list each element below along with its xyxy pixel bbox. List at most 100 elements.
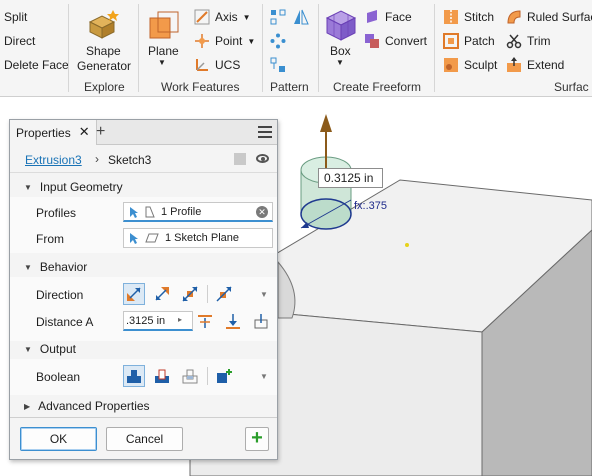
collapse-triangle-icon: ▼: [24, 262, 32, 272]
direction-default-button[interactable]: [123, 283, 145, 305]
shape-generator-label-2: Generator: [77, 59, 132, 73]
breadcrumb-chevron-icon: ›: [95, 152, 99, 166]
through-all-icon: [254, 314, 268, 329]
convert-label: Convert: [385, 34, 428, 48]
delete-face-button[interactable]: Delete Face: [4, 58, 69, 72]
sculpt-button[interactable]: Sculpt: [443, 57, 497, 73]
patch-label: Patch: [464, 34, 495, 48]
axis-button[interactable]: Axis ▼: [194, 9, 251, 25]
ribbon: Split Direct Delete Face Shape Generator…: [0, 0, 592, 97]
distance-option-button[interactable]: [194, 310, 216, 332]
intersect-icon: [182, 369, 198, 384]
patch-button[interactable]: Patch: [443, 33, 495, 49]
collapse-triangle-icon: ▼: [24, 344, 32, 354]
through-all-button[interactable]: [250, 310, 272, 332]
rectangular-pattern-icon[interactable]: [270, 9, 286, 25]
box-dropdown-icon: ▼: [336, 58, 344, 67]
new-solid-button[interactable]: [213, 365, 235, 387]
select-cursor-icon: [130, 206, 138, 218]
direct-button[interactable]: Direct: [4, 34, 35, 48]
mirror-icon[interactable]: [292, 9, 310, 25]
ucs-label: UCS: [215, 58, 241, 72]
output-body: Boolean ▼: [10, 359, 277, 395]
ucs-icon: [196, 59, 208, 71]
properties-panel: Properties ✕ + Extrusion3 › Sketch3 ▼ In…: [9, 119, 278, 460]
direction-dropdown-icon[interactable]: ▼: [260, 290, 268, 299]
clear-selection-icon[interactable]: ✕: [256, 206, 268, 218]
point-label: Point: [215, 34, 243, 48]
distance-a-label: Distance A: [36, 315, 94, 329]
new-solid-icon: [217, 369, 232, 383]
add-tab-icon[interactable]: +: [96, 123, 105, 141]
face-icon: [367, 10, 377, 23]
cancel-button[interactable]: Cancel: [106, 427, 183, 451]
ok-button[interactable]: OK: [20, 427, 97, 451]
input-geometry-section-header[interactable]: ▼ Input Geometry: [10, 177, 277, 197]
advanced-properties-section-header[interactable]: ▶ Advanced Properties: [10, 396, 277, 416]
scissors-icon: [506, 34, 522, 49]
convert-button[interactable]: Convert: [364, 33, 427, 49]
boolean-join-button[interactable]: [123, 365, 145, 387]
face-label: Face: [385, 10, 412, 24]
extend-icon: [507, 57, 521, 72]
direction-asymmetric-icon: [216, 286, 232, 302]
direction-asymmetric-button[interactable]: [213, 283, 235, 305]
extend-button[interactable]: Extend: [506, 57, 564, 73]
create-freeform-group-label: Create Freeform: [333, 80, 422, 94]
direction-symmetric-icon: [182, 286, 198, 302]
axis-label: Axis: [215, 10, 238, 24]
pattern-group-label: Pattern: [270, 80, 309, 94]
distance-to-icon: [198, 315, 212, 328]
output-title: Output: [39, 342, 76, 356]
breadcrumb-parent-link[interactable]: Extrusion3: [25, 153, 82, 167]
direction-flipped-button[interactable]: [151, 283, 173, 305]
shape-generator-button[interactable]: Shape Generator: [74, 6, 134, 74]
plane-dropdown-icon: ▼: [158, 58, 166, 67]
input-geometry-title: Input Geometry: [39, 180, 123, 194]
distance-dimension-input[interactable]: 0.3125 in: [318, 168, 383, 188]
stitch-button[interactable]: Stitch: [443, 9, 494, 25]
direction-default-icon: [127, 287, 141, 301]
sketch-pattern-icon[interactable]: [270, 57, 286, 73]
work-features-group-label: Work Features: [161, 80, 240, 94]
properties-tab[interactable]: Properties ✕: [10, 120, 97, 145]
behavior-section-header[interactable]: ▼ Behavior: [10, 257, 277, 277]
surface-group-label: Surfac: [554, 80, 589, 94]
cut-icon: [155, 369, 169, 383]
trim-button[interactable]: Trim: [506, 33, 551, 49]
apply-add-button[interactable]: +: [245, 427, 269, 451]
ruled-surface-button[interactable]: Ruled Surfac: [506, 9, 592, 25]
trim-label: Trim: [527, 34, 551, 48]
boolean-cut-button[interactable]: [151, 365, 173, 387]
from-selector[interactable]: 1 Sketch Plane: [123, 228, 273, 248]
point-dropdown-icon: ▼: [247, 36, 256, 46]
ucs-button[interactable]: UCS: [194, 57, 240, 73]
distance-a-input[interactable]: .3125 in: [123, 311, 193, 331]
split-button[interactable]: Split: [4, 10, 27, 24]
close-tab-icon[interactable]: ✕: [79, 125, 90, 145]
hamburger-menu-icon[interactable]: [258, 126, 272, 141]
distance-expand-icon[interactable]: ▸: [178, 315, 182, 324]
plane-icon: [149, 11, 179, 39]
point-button[interactable]: Point ▼: [194, 33, 255, 49]
axis-icon: [194, 9, 210, 25]
cube-icon[interactable]: [234, 153, 246, 165]
output-section-header[interactable]: ▼ Output: [10, 339, 277, 359]
face-button[interactable]: Face: [364, 9, 412, 25]
visibility-eye-icon[interactable]: [256, 154, 269, 163]
distance-to-next-button[interactable]: [222, 310, 244, 332]
boolean-intersect-button[interactable]: [179, 365, 201, 387]
box-label: Box: [330, 44, 351, 58]
boolean-dropdown-icon[interactable]: ▼: [260, 372, 268, 381]
profile-icon: [145, 206, 155, 217]
direction-symmetric-button[interactable]: [179, 283, 201, 305]
sculpt-label: Sculpt: [464, 58, 498, 72]
circular-pattern-icon[interactable]: [270, 33, 286, 49]
profiles-selector[interactable]: 1 Profile ✕: [123, 202, 273, 222]
plane-button[interactable]: Plane ▼: [144, 6, 184, 68]
box-button[interactable]: Box ▼: [322, 6, 360, 68]
dimension-fx-label: fx:.375: [354, 200, 388, 212]
behavior-title: Behavior: [39, 260, 88, 274]
convert-icon: [365, 34, 379, 48]
from-label: From: [36, 232, 64, 246]
